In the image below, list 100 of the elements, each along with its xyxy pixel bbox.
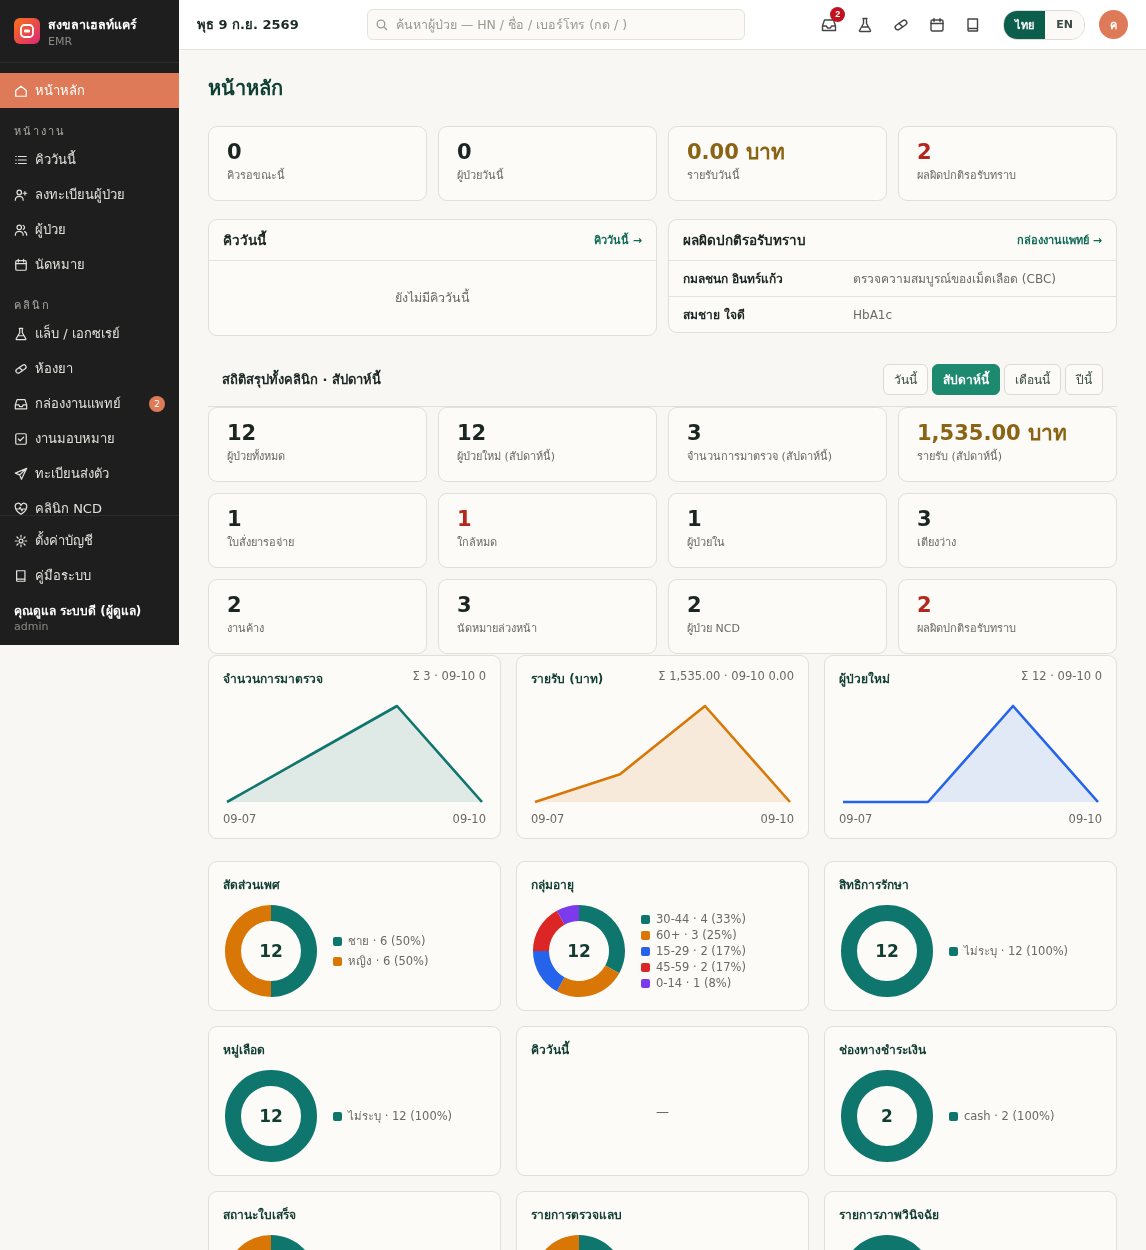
- legend-label: ไม่ระบุ · 12 (100%): [964, 943, 1069, 960]
- stat-label: ผู้ป่วย NCD: [687, 621, 741, 638]
- legend-label: 60+ · 3 (25%): [656, 928, 737, 942]
- stat-value: 3: [917, 506, 933, 533]
- empty-message: ยังไม่มีคิววันนี้: [394, 287, 471, 307]
- chart-title: รายรับ (บาท): [531, 671, 604, 688]
- inbox-icon: [821, 16, 838, 33]
- search-icon: [375, 18, 388, 31]
- nav-item[interactable]: ห้องยา: [0, 351, 179, 386]
- chart-summary: Σ 3 · 09-10 0: [412, 669, 486, 685]
- stat-label: ใกล้หมด: [457, 535, 498, 552]
- users-icon: [14, 222, 28, 237]
- checkbox-icon: [14, 431, 28, 446]
- nav-item[interactable]: คิววันนี้: [0, 142, 179, 177]
- flask-icon: [857, 16, 874, 33]
- stat-value: 2: [917, 592, 933, 619]
- chart-title: สัดส่วนเพศ: [223, 877, 281, 894]
- chart-title: ผู้ป่วยใหม่: [839, 670, 890, 688]
- nav-item[interactable]: ลงทะเบียนผู้ป่วย: [0, 177, 179, 212]
- chart-title: รายการตรวจแลบ: [531, 1207, 623, 1224]
- stat-value: 12: [227, 420, 258, 447]
- stat-value: 1: [227, 506, 243, 533]
- axis-label: 09-10: [452, 812, 486, 826]
- count-badge: 2: [149, 395, 165, 412]
- nav-item[interactable]: ผู้ป่วย: [0, 212, 179, 247]
- inbox-link[interactable]: กล่องงานแพทย์ →: [1016, 231, 1102, 249]
- axis-label: 09-10: [1068, 812, 1102, 826]
- book-icon: [14, 568, 28, 583]
- inbox-button[interactable]: 2: [813, 8, 846, 41]
- stat-value: 0: [457, 139, 473, 166]
- chart-title: จำนวนการมาตรวจ: [223, 671, 323, 688]
- axis-label: 09-07: [839, 812, 873, 826]
- donut-total: 12: [259, 942, 283, 960]
- donut-total: 12: [875, 942, 899, 960]
- period-tab[interactable]: สัปดาห์นี้: [932, 364, 1000, 395]
- nav-item[interactable]: ตั้งค่าบัญชี: [0, 523, 179, 558]
- legend-label: ไม่ระบุ · 12 (100%): [348, 1108, 453, 1125]
- axis-label: 09-10: [760, 812, 794, 826]
- period-tab[interactable]: ปีนี้: [1065, 364, 1103, 395]
- period-tab[interactable]: เดือนนี้: [1004, 364, 1061, 395]
- empty-dash: —: [655, 1102, 670, 1121]
- stat-label: ผลผิดปกติรอรับทราบ: [917, 168, 1017, 185]
- stat-value: 3: [687, 420, 703, 447]
- chart-title: กลุ่มอายุ: [531, 877, 575, 894]
- app-name: สงขลาเฮลท์แคร์: [48, 15, 137, 34]
- section-title: สถิติสรุปทั้งคลินิก · สัปดาห์นี้: [222, 369, 381, 390]
- donut-total: 2: [881, 1107, 893, 1125]
- legend-label: ชาย · 6 (50%): [348, 933, 426, 950]
- inbox-icon: [14, 396, 28, 411]
- language-option[interactable]: ไทย: [1004, 10, 1046, 39]
- stat-label: ผลผิดปกติรอรับทราบ: [917, 621, 1017, 638]
- stat-value: 12: [457, 420, 488, 447]
- stat-value: 1: [687, 506, 703, 533]
- nav-item[interactable]: แล็บ / เอกซเรย์: [0, 316, 179, 351]
- chart-title: สิทธิการรักษา: [839, 877, 910, 894]
- stat-value: 3: [457, 592, 473, 619]
- nav-section-label: หน้างาน: [13, 124, 67, 140]
- nav-item[interactable]: กล่องงานแพทย์ 2: [0, 386, 179, 421]
- stat-value: 0: [227, 139, 243, 166]
- heart-icon: [14, 501, 28, 515]
- nav-item[interactable]: นัดหมาย: [0, 247, 179, 282]
- user-role: admin: [14, 620, 50, 633]
- stat-label: รายรับวันนี้: [687, 167, 741, 185]
- stat-label: งานค้าง: [227, 621, 265, 638]
- home-icon: [14, 83, 28, 98]
- legend-label: 15-29 · 2 (17%): [656, 944, 746, 958]
- search-field[interactable]: ค้นหาผู้ป่วย — HN / ชื่อ / เบอร์โทร (กด / ): [366, 9, 746, 40]
- legend-label: 0-14 · 1 (8%): [656, 976, 732, 990]
- page-title: หน้าหลัก: [208, 75, 284, 102]
- legend-label: หญิง · 6 (50%): [348, 953, 429, 970]
- stat-label: รายรับ (สัปดาห์นี้): [917, 448, 1004, 466]
- user-name: คุณดูแล ระบบดี (ผู้ดูแล): [14, 603, 143, 620]
- language-option[interactable]: EN: [1045, 10, 1084, 39]
- stat-label: ผู้ป่วยทั้งหมด: [227, 448, 286, 466]
- patient-name: สมชาย ใจดี: [683, 306, 747, 324]
- axis-label: 09-07: [223, 812, 257, 826]
- panel-title: คิววันนี้: [223, 229, 266, 250]
- stat-value: 2: [227, 592, 243, 619]
- pill-icon: [14, 361, 28, 376]
- notification-badge: 2: [830, 6, 846, 22]
- calendar-icon: [14, 257, 28, 272]
- queue-link[interactable]: คิววันนี้ →: [593, 231, 642, 249]
- chart-summary: Σ 1,535.00 · 09-10 0.00: [658, 669, 794, 685]
- stat-value: 2: [687, 592, 703, 619]
- stat-label: คิวรอขณะนี้: [227, 167, 286, 185]
- stat-label: ผู้ป่วยวันนี้: [457, 167, 505, 185]
- app-logo-icon: [14, 18, 40, 44]
- stat-value: 1,535.00 บาท: [917, 420, 1068, 447]
- nav-item[interactable]: คลินิก NCD: [0, 491, 179, 515]
- chart-summary: Σ 12 · 09-10 0: [1021, 669, 1102, 685]
- period-tab[interactable]: วันนี้: [883, 364, 928, 395]
- stat-label: เตียงว่าง: [917, 535, 957, 552]
- nav-section-label: คลินิก: [13, 298, 52, 314]
- nav-item[interactable]: งานมอบหมาย: [0, 421, 179, 456]
- panel-title: ผลผิดปกติรอรับทราบ: [683, 231, 806, 250]
- app-subtitle: EMR: [48, 34, 74, 48]
- patient-name: กมลชนก อินทร์แก้ว: [683, 271, 785, 288]
- nav-item[interactable]: ทะเบียนส่งตัว: [0, 456, 179, 491]
- legend-label: cash · 2 (100%): [964, 1109, 1055, 1123]
- nav-item[interactable]: คู่มือระบบ: [0, 558, 179, 593]
